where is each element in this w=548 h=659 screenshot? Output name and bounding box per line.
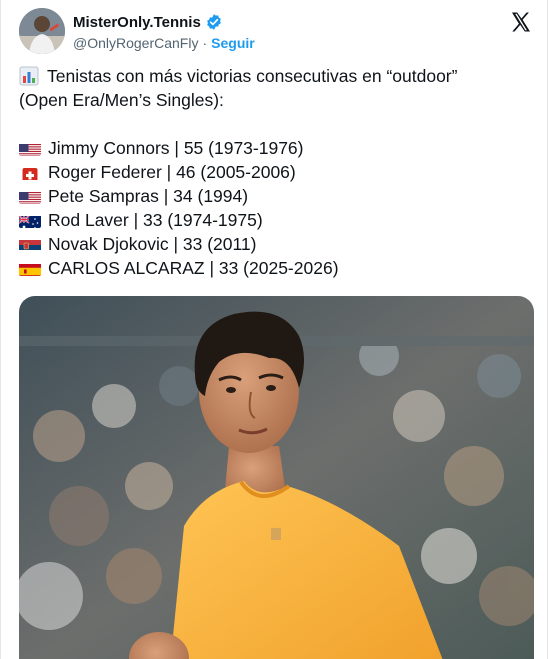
- ranking-item: Novak Djokovic | 33 (2011): [19, 232, 534, 256]
- switzerland-flag-icon: [19, 165, 41, 180]
- usa-flag-icon: [19, 189, 41, 204]
- follow-button[interactable]: Seguir: [211, 35, 255, 51]
- ranking-item: Roger Federer | 46 (2005-2006): [19, 160, 534, 184]
- verified-badge-icon: [205, 13, 223, 31]
- intro-line-2: (Open Era/Men’s Singles):: [19, 88, 534, 112]
- ranking-text: Pete Sampras | 34 (1994): [48, 186, 249, 206]
- ranking-item: Jimmy Connors | 55 (1973-1976): [19, 136, 534, 160]
- ranking-item: CARLOS ALCARAZ | 33 (2025-2026): [19, 256, 534, 280]
- ranking-item: Rod Laver | 33 (1974-1975): [19, 208, 534, 232]
- tennis-player-photo[interactable]: [19, 296, 534, 659]
- tweet-card: MisterOnly.Tennis @OnlyRogerCanFly · Seg…: [0, 0, 548, 659]
- ranking-text: Novak Djokovic | 33 (2011): [48, 234, 257, 254]
- ranking-text: Roger Federer | 46 (2005-2006): [48, 162, 296, 182]
- australia-flag-icon: [19, 213, 41, 228]
- intro-line: Tenistas con más victorias consecutivas …: [19, 64, 534, 88]
- serbia-flag-icon: [19, 237, 41, 252]
- bar-chart-emoji-icon: [19, 66, 39, 86]
- usa-flag-icon: [19, 141, 41, 156]
- intro-text-line-2: (Open Era/Men’s Singles):: [19, 90, 224, 110]
- ranking-text: Rod Laver | 33 (1974-1975): [48, 210, 263, 230]
- x-logo-icon[interactable]: [509, 10, 533, 34]
- spain-flag-icon: [19, 261, 41, 276]
- intro-text-line-1: Tenistas con más victorias consecutivas …: [47, 66, 458, 86]
- tweet-header: MisterOnly.Tennis @OnlyRogerCanFly · Seg…: [19, 8, 539, 56]
- author-handle[interactable]: @OnlyRogerCanFly: [73, 35, 198, 51]
- author-names: MisterOnly.Tennis @OnlyRogerCanFly · Seg…: [73, 12, 255, 53]
- ranking-text: Jimmy Connors | 55 (1973-1976): [48, 138, 304, 158]
- separator-dot: ·: [202, 35, 208, 51]
- author-avatar[interactable]: [19, 8, 65, 54]
- ranking-text: CARLOS ALCARAZ | 33 (2025-2026): [48, 258, 339, 278]
- author-display-name[interactable]: MisterOnly.Tennis: [73, 14, 201, 31]
- tweet-text: Tenistas con más victorias consecutivas …: [19, 64, 534, 280]
- ranking-item: Pete Sampras | 34 (1994): [19, 184, 534, 208]
